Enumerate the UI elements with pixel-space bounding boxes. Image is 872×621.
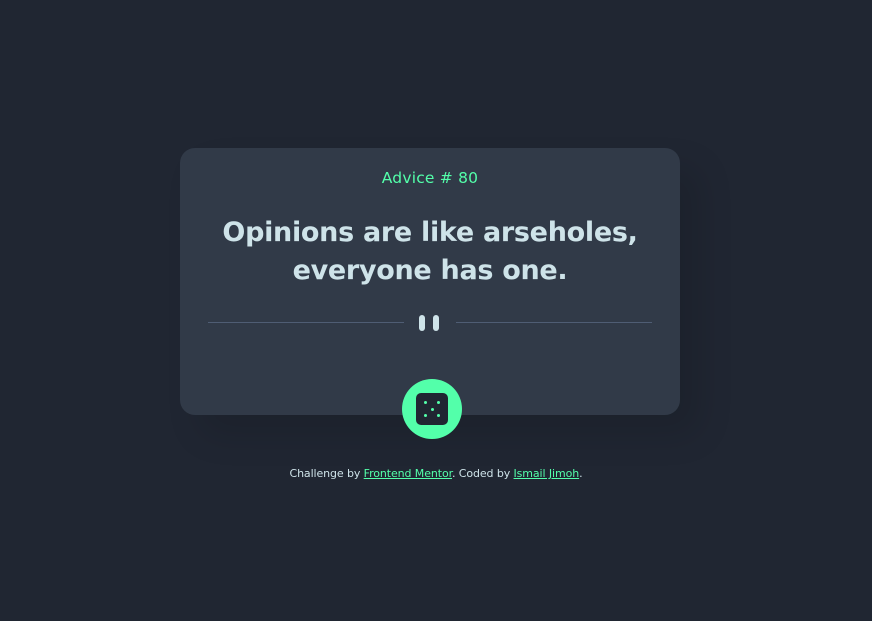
attribution-suffix: .	[579, 467, 583, 480]
pause-icon	[419, 315, 441, 331]
author-link[interactable]: Ismail Jimoh	[514, 467, 580, 480]
attribution-prefix: Challenge by	[289, 467, 364, 480]
advice-number: Advice # 80	[381, 169, 479, 187]
attribution: Challenge by Frontend Mentor. Coded by I…	[0, 467, 872, 480]
dice-pip	[437, 414, 440, 417]
divider-line-left	[208, 322, 404, 323]
advice-quote-line-1: Opinions are like arseholes,	[222, 217, 638, 248]
pause-bar-right	[433, 315, 439, 331]
dice-pip	[424, 401, 427, 404]
pattern-divider	[208, 314, 652, 332]
advice-card: Advice # 80 Opinions are like arseholes,…	[180, 148, 680, 415]
frontend-mentor-link[interactable]: Frontend Mentor	[364, 467, 452, 480]
divider-line-right	[456, 322, 652, 323]
dice-pip	[430, 407, 434, 411]
pause-bar-left	[419, 315, 425, 331]
dice-pip	[424, 414, 427, 417]
new-advice-button[interactable]	[402, 379, 462, 439]
advice-quote-line-2: everyone has one.	[292, 255, 568, 286]
dice-pip	[437, 401, 440, 404]
dice-icon	[416, 393, 448, 425]
advice-quote: Opinions are like arseholes, everyone ha…	[210, 214, 650, 290]
attribution-middle: . Coded by	[452, 467, 514, 480]
page: Advice # 80 Opinions are like arseholes,…	[0, 0, 872, 621]
